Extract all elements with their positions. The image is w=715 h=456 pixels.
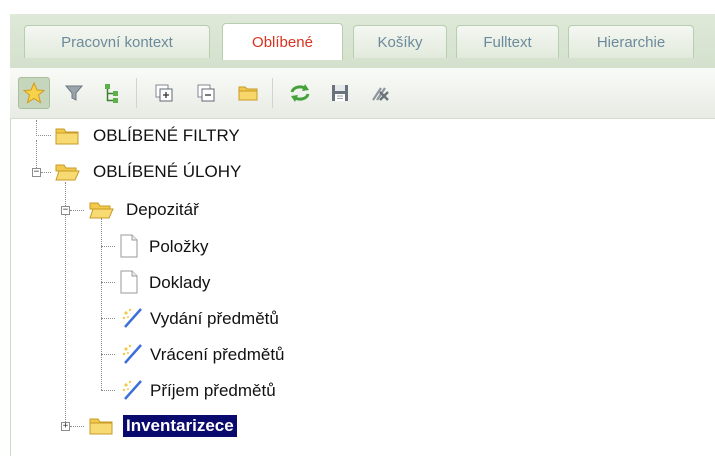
tree-item-doklady[interactable]: Doklady: [116, 268, 715, 296]
tab-fulltext[interactable]: Fulltext: [456, 25, 559, 58]
tree-item-label: Vydání předmětů: [150, 309, 279, 328]
new-folder-button[interactable]: [232, 77, 264, 109]
refresh-button[interactable]: [284, 77, 316, 109]
tree-connector: [101, 318, 115, 319]
document-icon: [120, 270, 138, 294]
folder-open-icon: [55, 164, 80, 181]
tree-item-vraceni-predmetu[interactable]: Vrácení předmětů: [116, 340, 715, 368]
save-icon: [332, 85, 348, 101]
folder-icon: [238, 86, 258, 101]
tree-item-oblibene-filtry[interactable]: OBLÍBENÉ FILTRY: [0, 122, 715, 150]
tab-strip: Pracovní kontext Oblíbené Košíky Fulltex…: [10, 14, 715, 68]
tree-view-button[interactable]: [96, 77, 128, 109]
wand-icon: [122, 380, 142, 400]
toolbar: [10, 68, 715, 119]
tree-item-label: Položky: [149, 237, 209, 256]
document-icon: [120, 234, 138, 258]
collapse-all-icon: [197, 84, 215, 102]
collapse-all-button[interactable]: [190, 77, 222, 109]
folder-open-icon: [89, 202, 114, 219]
delete-icon: [372, 87, 389, 101]
star-icon: [22, 81, 46, 104]
filter-icon: [64, 85, 84, 101]
favorites-tree: OBLÍBENÉ FILTRY − OBLÍBENÉ ÚLOHY − Depoz…: [0, 118, 715, 456]
toolbar-separator: [272, 78, 273, 108]
tree-item-label: Vrácení předmětů: [150, 345, 285, 364]
toolbar-separator: [136, 78, 137, 108]
tree-item-polozky[interactable]: Položky: [116, 232, 715, 260]
wand-icon: [122, 344, 142, 364]
tab-hierarchie[interactable]: Hierarchie: [568, 25, 694, 58]
tree-icon: [105, 84, 118, 103]
tree-item-label: Příjem předmětů: [150, 381, 276, 400]
tree-connector: [101, 246, 115, 247]
tree-connector: [101, 282, 115, 283]
expand-all-icon: [155, 84, 173, 102]
tree-item-depozitar[interactable]: Depozitář: [84, 196, 715, 224]
tree-connector: [65, 182, 66, 426]
expand-all-button[interactable]: [148, 77, 180, 109]
favorites-button[interactable]: [18, 77, 50, 109]
tree-item-label: Doklady: [149, 273, 211, 292]
tree-item-label: Depozitář: [126, 200, 199, 219]
folder-icon: [89, 418, 113, 435]
refresh-icon: [290, 84, 310, 102]
delete-button[interactable]: [364, 77, 396, 109]
folder-icon: [55, 128, 79, 145]
tree-item-oblibene-ulohy[interactable]: OBLÍBENÉ ÚLOHY: [48, 158, 715, 186]
tab-kosiky[interactable]: Košíky: [353, 25, 447, 58]
tree-connector: [101, 218, 102, 390]
tree-connector: [70, 210, 84, 211]
tree-item-prijem-predmetu[interactable]: Příjem předmětů: [116, 376, 715, 404]
tree-item-vydani-predmetu[interactable]: Vydání předmětů: [116, 304, 715, 332]
wand-icon: [122, 308, 142, 328]
save-button[interactable]: [324, 77, 356, 109]
tree-item-inventarizece[interactable]: Inventarizece: [84, 412, 715, 440]
tab-oblibene[interactable]: Oblíbené: [222, 23, 343, 60]
tree-connector: [101, 354, 115, 355]
tree-item-label: OBLÍBENÉ ÚLOHY: [93, 162, 242, 181]
tree-item-label: Inventarizece: [123, 415, 237, 437]
collapse-toggle[interactable]: −: [32, 168, 41, 177]
collapse-toggle[interactable]: −: [61, 206, 70, 215]
tree-connector: [70, 426, 84, 427]
tree-item-label: OBLÍBENÉ FILTRY: [93, 126, 240, 145]
expand-toggle[interactable]: +: [61, 422, 70, 431]
filter-button[interactable]: [58, 77, 90, 109]
tab-pracovni-kontext[interactable]: Pracovní kontext: [24, 25, 210, 58]
tree-connector: [101, 390, 115, 391]
